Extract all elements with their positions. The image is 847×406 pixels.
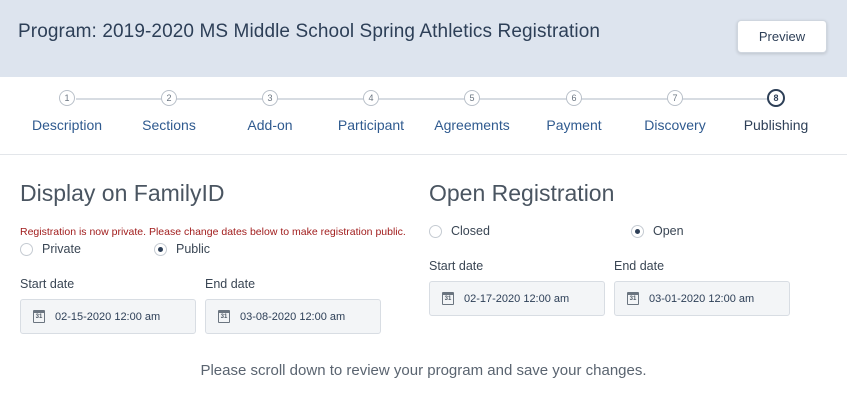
step-number: 4 [363, 90, 379, 106]
calendar-icon: 31 [218, 310, 230, 323]
step-label: Agreements [434, 117, 510, 133]
radio-button[interactable] [429, 224, 442, 238]
step-number: 5 [464, 90, 480, 106]
display-public-option[interactable]: Public [154, 242, 210, 256]
calendar-icon: 31 [627, 292, 639, 305]
date-value: 02-17-2020 12:00 am [464, 292, 570, 305]
step-label: Add-on [247, 117, 293, 133]
display-end-date-label: End date [205, 277, 256, 291]
date-value: 03-01-2020 12:00 am [649, 292, 755, 305]
step-label: Participant [337, 117, 405, 133]
date-value: 03-08-2020 12:00 am [240, 310, 346, 323]
radio-button[interactable] [20, 242, 33, 256]
private-notice: Registration is now private. Please chan… [20, 226, 406, 238]
display-start-date-field[interactable]: 31 02-15-2020 12:00 am [20, 299, 196, 334]
step-payment[interactable]: 6 Payment [519, 90, 629, 133]
step-participant[interactable]: 4 Participant [316, 90, 426, 133]
date-value: 02-15-2020 12:00 am [55, 310, 161, 323]
registration-end-date-label: End date [614, 259, 665, 273]
step-description[interactable]: 1 Description [12, 90, 122, 133]
radio-label: Closed [451, 224, 490, 238]
display-start-date-label: Start date [20, 277, 75, 291]
step-agreements[interactable]: 5 Agreements [417, 90, 527, 133]
step-label: Sections [142, 117, 196, 133]
step-number: 3 [262, 90, 278, 106]
registration-open-option[interactable]: Open [631, 224, 684, 238]
step-number: 6 [566, 90, 582, 106]
radio-label: Open [653, 224, 684, 238]
registration-start-date-label: Start date [429, 259, 484, 273]
page-header: Program: 2019-2020 MS Middle School Spri… [0, 0, 847, 77]
step-add-on[interactable]: 3 Add-on [215, 90, 325, 133]
registration-start-date-field[interactable]: 31 02-17-2020 12:00 am [429, 281, 605, 316]
display-section-title: Display on FamilyID [20, 180, 225, 206]
step-label: Discovery [644, 117, 706, 133]
step-label: Payment [546, 117, 602, 133]
registration-closed-option[interactable]: Closed [429, 224, 490, 238]
step-sections[interactable]: 2 Sections [114, 90, 224, 133]
display-end-date-field[interactable]: 31 03-08-2020 12:00 am [205, 299, 381, 334]
wizard-stepper: 1 Description 2 Sections 3 Add-on 4 Part… [0, 77, 847, 155]
step-label: Publishing [743, 117, 809, 133]
step-label: Description [31, 117, 103, 133]
display-private-option[interactable]: Private [20, 242, 81, 256]
radio-button[interactable] [631, 224, 644, 238]
step-publishing[interactable]: 8 Publishing [721, 89, 831, 133]
page-title: Program: 2019-2020 MS Middle School Spri… [18, 21, 601, 42]
step-number: 2 [161, 90, 177, 106]
step-number: 7 [667, 90, 683, 106]
registration-section-title: Open Registration [429, 180, 615, 206]
step-number: 8 [767, 89, 785, 107]
radio-button[interactable] [154, 242, 167, 256]
radio-label: Public [176, 242, 211, 256]
radio-label: Private [42, 242, 81, 256]
step-discovery[interactable]: 7 Discovery [620, 90, 730, 133]
scroll-review-message: Please scroll down to review your progra… [200, 362, 647, 379]
registration-end-date-field[interactable]: 31 03-01-2020 12:00 am [614, 281, 790, 316]
step-number: 1 [59, 90, 75, 106]
calendar-icon: 31 [442, 292, 454, 305]
preview-button[interactable]: Preview [737, 20, 827, 53]
calendar-icon: 31 [33, 310, 45, 323]
